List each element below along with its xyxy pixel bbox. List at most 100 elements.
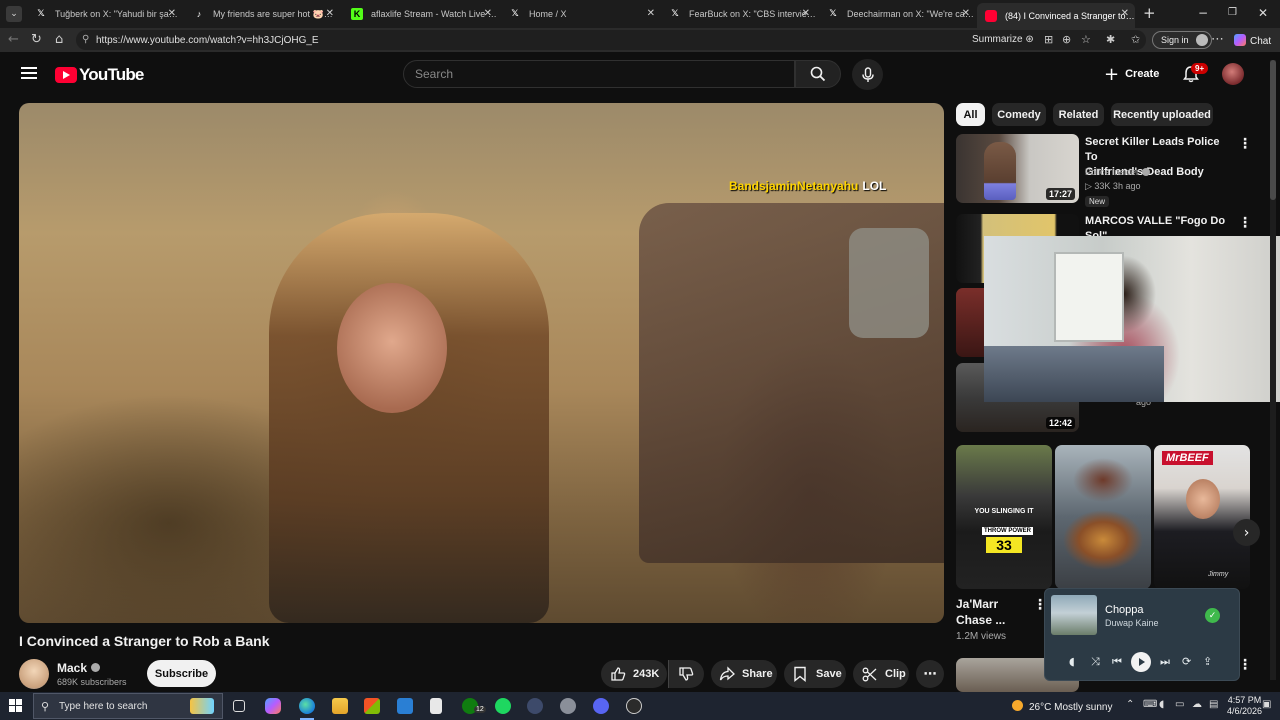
close-tab-icon[interactable]: ✕ bbox=[1121, 8, 1129, 19]
more-menu-icon[interactable]: ⋯ bbox=[1211, 32, 1224, 47]
short-thumbnail[interactable]: MrBEEF Jimmy bbox=[1154, 445, 1250, 589]
close-tab-icon[interactable]: ✕ bbox=[326, 8, 334, 19]
refresh-icon[interactable]: ↻ bbox=[31, 32, 42, 47]
windows-start-icon[interactable] bbox=[9, 699, 22, 712]
weather-widget[interactable]: 26°C Mostly sunny bbox=[1012, 700, 1112, 713]
obs-icon[interactable] bbox=[626, 698, 642, 714]
page-scrollbar[interactable] bbox=[1270, 60, 1276, 680]
system-clock[interactable]: 4:57 PM 4/6/2026 bbox=[1227, 695, 1262, 717]
browser-tab[interactable]: 𝕏 FearBuck on X: "CBS interviewed a ✕ bbox=[661, 3, 816, 25]
save-button[interactable]: Save bbox=[784, 660, 846, 688]
browser-tab[interactable]: 𝕏 Tuğberk on X: "Yahudi bir şahıs, k ✕ bbox=[27, 3, 182, 25]
subscribe-button[interactable]: Subscribe bbox=[147, 660, 216, 687]
short-thumb-face bbox=[1186, 479, 1220, 519]
account-avatar[interactable] bbox=[1222, 63, 1244, 85]
tab-actions-chevron-icon[interactable]: ⌄ bbox=[6, 6, 22, 22]
network-icon[interactable]: ⌨ bbox=[1143, 699, 1157, 710]
minimize-icon[interactable]: − bbox=[1198, 6, 1208, 20]
repeat-icon[interactable]: ⟳ bbox=[1182, 655, 1191, 668]
url-text: https://www.youtube.com/watch?v=hh3JCjOH… bbox=[96, 34, 319, 46]
microsoft-store-icon[interactable] bbox=[364, 698, 380, 714]
recommendation-channel[interactable]: Police Insider bbox=[1085, 167, 1150, 177]
edge-browser-icon[interactable] bbox=[299, 698, 315, 714]
language-icon[interactable]: ▤ bbox=[1209, 699, 1218, 710]
close-window-icon[interactable]: ✕ bbox=[1258, 6, 1268, 20]
clip-button[interactable]: Clip bbox=[853, 660, 909, 688]
video-player[interactable]: BandsjaminNetanyahu LOL bbox=[19, 103, 944, 623]
chip-all[interactable]: All bbox=[956, 103, 985, 126]
close-tab-icon[interactable]: ✕ bbox=[484, 8, 492, 19]
browser-tab-active[interactable]: (84) I Convinced a Stranger to Rob ✕ bbox=[977, 3, 1135, 28]
volume-icon[interactable]: ◖ bbox=[1069, 655, 1075, 668]
share-button[interactable]: Share bbox=[711, 660, 777, 688]
browser-tab[interactable]: 𝕏 Home / X ✕ bbox=[501, 3, 661, 25]
notepad-icon[interactable] bbox=[430, 698, 442, 714]
browser-tab[interactable]: 𝕏 Deechairman on X: "We're cancel ✕ bbox=[819, 3, 976, 25]
open-app-icon[interactable]: ⇪ bbox=[1203, 655, 1212, 668]
summarize-button[interactable]: Summarize ⊛ bbox=[972, 34, 1034, 45]
next-track-icon[interactable]: ⏭ bbox=[1160, 655, 1170, 669]
short-title[interactable]: Ja'Marr Chase ... bbox=[956, 596, 1036, 628]
spotify-icon[interactable] bbox=[495, 698, 511, 714]
notification-center-icon[interactable]: ▣ bbox=[1262, 699, 1271, 710]
chip-comedy[interactable]: Comedy bbox=[992, 103, 1046, 126]
more-actions-button[interactable]: ⋯ bbox=[916, 660, 944, 688]
taskbar-search-input[interactable]: ⚲ Type here to search bbox=[33, 693, 223, 719]
voice-search-button[interactable] bbox=[852, 59, 883, 90]
volume-tray-icon[interactable]: ◖ bbox=[1159, 699, 1164, 710]
site-info-icon[interactable]: ⚲ bbox=[82, 34, 89, 45]
new-tab-icon[interactable]: + bbox=[1143, 4, 1156, 22]
more-options-icon[interactable]: ⋮ bbox=[1238, 136, 1252, 152]
more-options-icon[interactable]: ⋮ bbox=[1238, 215, 1252, 231]
app-arrow-icon[interactable] bbox=[527, 698, 543, 714]
recommendation-thumbnail[interactable]: 17:27 bbox=[956, 134, 1079, 203]
chip-recently-uploaded[interactable]: Recently uploaded bbox=[1111, 103, 1213, 126]
mail-icon[interactable] bbox=[397, 698, 413, 714]
copilot-chat-button[interactable]: Chat bbox=[1234, 34, 1271, 47]
copilot-taskbar-icon[interactable] bbox=[265, 698, 281, 714]
create-button[interactable]: + Create bbox=[1104, 62, 1159, 86]
file-explorer-icon[interactable] bbox=[332, 698, 348, 714]
short-thumbnail[interactable]: YOU SLINGING IT THROW POWER 33 bbox=[956, 445, 1052, 589]
discord-icon[interactable] bbox=[593, 698, 609, 714]
recommendation-thumbnail[interactable] bbox=[956, 288, 984, 357]
favorites-icon[interactable]: ✩ bbox=[1131, 33, 1140, 46]
browser-tab[interactable]: K aflaxlife Stream - Watch Live on K ✕ bbox=[343, 3, 498, 25]
app-available-icon[interactable]: ⊞ bbox=[1044, 33, 1053, 46]
dislike-button[interactable] bbox=[668, 660, 704, 688]
sign-in-button[interactable]: Sign in bbox=[1152, 31, 1212, 49]
close-tab-icon[interactable]: ✕ bbox=[647, 8, 655, 19]
search-button[interactable] bbox=[795, 60, 841, 88]
channel-name-link[interactable]: Mack bbox=[57, 661, 101, 675]
menu-hamburger-icon[interactable] bbox=[21, 67, 37, 79]
previous-track-icon[interactable]: ⏮ bbox=[1112, 655, 1122, 669]
back-icon[interactable]: ← bbox=[8, 32, 19, 47]
play-button[interactable] bbox=[1131, 652, 1151, 672]
search-highlight-icon bbox=[190, 698, 214, 714]
app-shield-icon[interactable] bbox=[560, 698, 576, 714]
close-tab-icon[interactable]: ✕ bbox=[802, 8, 810, 19]
shorts-next-arrow-icon[interactable]: › bbox=[1233, 519, 1260, 546]
youtube-logo[interactable]: YouTube bbox=[55, 65, 144, 85]
tray-overflow-icon[interactable]: ⌃ bbox=[1126, 699, 1134, 710]
cloud-icon[interactable]: ☁ bbox=[1192, 699, 1202, 710]
chip-related[interactable]: Related bbox=[1053, 103, 1104, 126]
like-button[interactable]: 243K bbox=[601, 660, 667, 688]
extensions-icon[interactable]: ✱ bbox=[1106, 33, 1115, 46]
battery-icon[interactable]: ▭ bbox=[1175, 699, 1184, 710]
channel-avatar[interactable] bbox=[19, 659, 49, 689]
restore-icon[interactable]: ❐ bbox=[1228, 7, 1237, 18]
browser-tab[interactable]: ♪ My friends are super hot 🐷😊 # ✕ bbox=[185, 3, 340, 25]
close-tab-icon[interactable]: ✕ bbox=[168, 8, 176, 19]
channel-name: Police Insider bbox=[1085, 167, 1140, 177]
zoom-icon[interactable]: ⊕ bbox=[1062, 33, 1071, 46]
short-thumbnail[interactable] bbox=[1055, 445, 1151, 589]
home-icon[interactable]: ⌂ bbox=[55, 32, 63, 47]
favorite-star-icon[interactable]: ☆ bbox=[1081, 33, 1091, 46]
shuffle-icon[interactable]: ⤨ bbox=[1091, 655, 1100, 669]
tab-title: FearBuck on X: "CBS interviewed a bbox=[689, 9, 816, 19]
scrollbar-thumb[interactable] bbox=[1270, 60, 1276, 200]
close-tab-icon[interactable]: ✕ bbox=[962, 8, 970, 19]
search-input[interactable]: Search bbox=[403, 60, 795, 88]
task-view-icon[interactable] bbox=[233, 700, 245, 712]
